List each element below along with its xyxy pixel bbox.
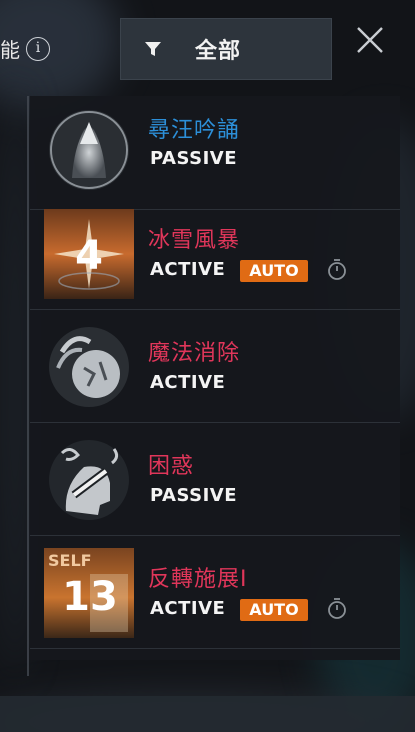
skill-row[interactable]: SELF 13 反轉施展Ⅰ ACTIVE AUTO (30, 535, 400, 649)
blizzard-skill-icon: 4 (44, 209, 134, 299)
hands-praying-icon (49, 110, 129, 190)
skill-type: PASSIVE (150, 485, 238, 506)
skill-list-header: 能 i 全部 (0, 0, 415, 96)
skill-row[interactable]: 魔法消除 ACTIVE (30, 309, 400, 423)
skill-name: 尋汪吟誦 (148, 118, 241, 143)
info-icon[interactable]: i (26, 37, 50, 61)
skill-type: ACTIVE (150, 598, 226, 619)
skill-row[interactable]: 困惑 PASSIVE (30, 422, 400, 536)
panel-title: 能 (0, 38, 20, 62)
filter-label: 全部 (195, 39, 242, 64)
reverse-cast-skill-icon: SELF 13 (44, 548, 134, 638)
skill-type: PASSIVE (150, 148, 238, 169)
cooldown-timer-icon (328, 598, 346, 619)
filter-icon (145, 42, 161, 56)
confusion-icon (49, 440, 129, 520)
skill-row[interactable]: 尋汪吟誦 PASSIVE (30, 96, 400, 210)
filter-button[interactable]: 全部 (120, 18, 332, 80)
skill-list: 尋汪吟誦 PASSIVE 4 冰雪風暴 ACTIVE AUTO 魔法消除 ACT… (30, 96, 400, 660)
skill-row[interactable]: 4 冰雪風暴 ACTIVE AUTO (30, 196, 400, 310)
skill-type: ACTIVE (150, 372, 226, 393)
bottom-strip (0, 696, 415, 732)
dispel-magic-icon (49, 327, 129, 407)
cooldown-timer-icon (328, 259, 346, 280)
auto-badge[interactable]: AUTO (240, 260, 308, 282)
skill-icon-number: 4 (75, 233, 103, 279)
skill-name: 反轉施展Ⅰ (148, 567, 248, 592)
skill-name: 冰雪風暴 (148, 228, 241, 253)
close-icon[interactable] (352, 22, 388, 58)
skill-type: ACTIVE (150, 259, 226, 280)
panel-left-edge (27, 96, 29, 676)
skill-name: 困惑 (148, 454, 195, 479)
skill-name: 魔法消除 (148, 341, 241, 366)
auto-badge[interactable]: AUTO (240, 599, 308, 621)
skill-icon-tag: SELF (48, 551, 92, 570)
skill-icon-number: 13 (62, 574, 118, 620)
